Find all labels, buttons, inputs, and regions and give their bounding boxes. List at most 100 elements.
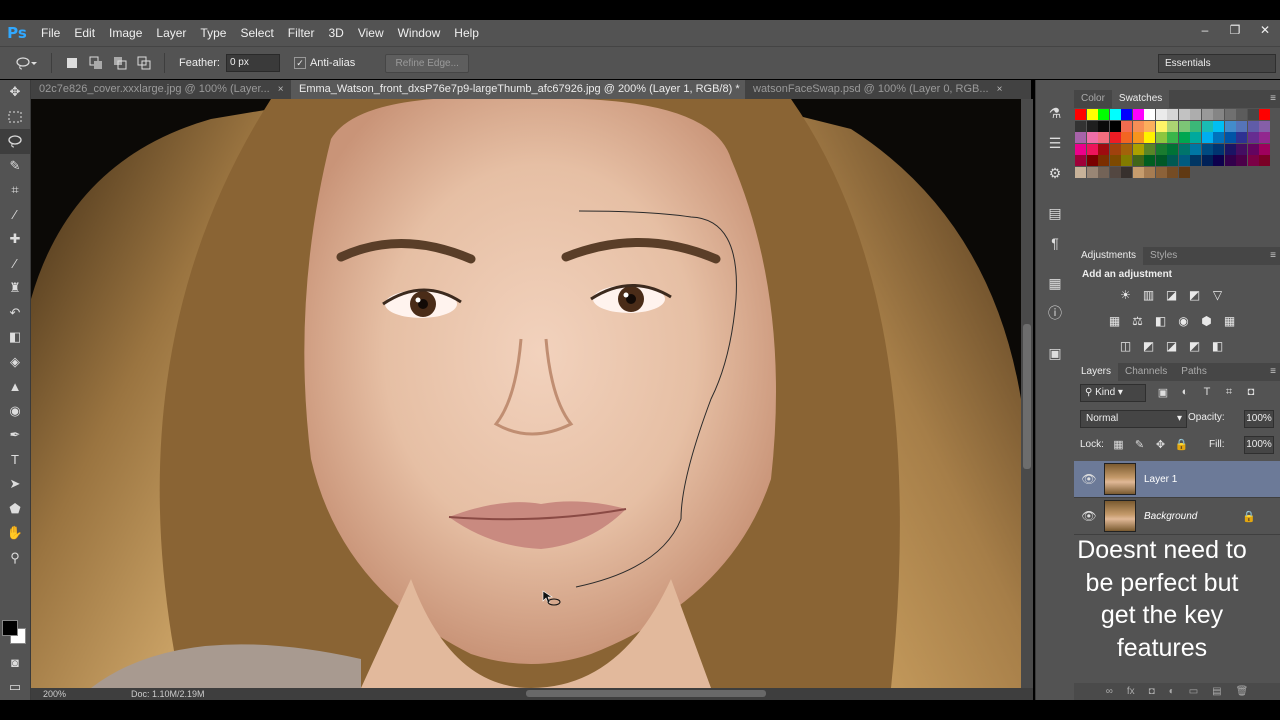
menu-layer[interactable]: Layer xyxy=(149,26,193,40)
opacity-input[interactable]: 100% xyxy=(1244,410,1274,428)
swatch[interactable] xyxy=(1167,109,1178,120)
tab-color[interactable]: Color xyxy=(1074,90,1112,108)
swatch[interactable] xyxy=(1086,143,1098,155)
swatch[interactable] xyxy=(1121,132,1132,143)
tab-channels[interactable]: Channels xyxy=(1118,363,1174,381)
swatch[interactable] xyxy=(1201,132,1213,143)
history-icon[interactable]: ⚗ xyxy=(1036,98,1074,128)
color-swatches[interactable] xyxy=(2,620,28,646)
swatch[interactable] xyxy=(1144,166,1155,178)
tab-watson-faceswap-doc[interactable]: watsonFaceSwap.psd @ 100% (Layer 0, RGB.… xyxy=(745,80,1009,99)
levels-icon[interactable]: ▥ xyxy=(1139,285,1158,304)
document-canvas[interactable] xyxy=(31,99,1021,688)
black-white-icon[interactable]: ◧ xyxy=(1151,311,1170,330)
path-selection-tool-icon[interactable]: ➤ xyxy=(0,472,30,497)
swatch[interactable] xyxy=(1086,109,1098,120)
healing-brush-tool-icon[interactable]: ✚ xyxy=(0,227,30,252)
swatch[interactable] xyxy=(1178,120,1190,132)
vertical-scrollbar[interactable] xyxy=(1021,99,1033,688)
curves-icon[interactable]: ◪ xyxy=(1162,285,1181,304)
invert-icon[interactable]: ◫ xyxy=(1116,336,1135,355)
gradient-map-icon[interactable]: ◧ xyxy=(1208,336,1227,355)
menu-filter[interactable]: Filter xyxy=(281,26,322,40)
swatch[interactable] xyxy=(1121,143,1132,155)
swatch[interactable] xyxy=(1178,132,1190,143)
layer-row-layer-1[interactable]: 👁 Layer 1 xyxy=(1074,461,1280,498)
close-button[interactable]: ✕ xyxy=(1250,20,1280,40)
lock-pixels-icon[interactable]: ✎ xyxy=(1131,436,1148,453)
swatch[interactable] xyxy=(1144,109,1155,120)
eraser-tool-icon[interactable]: ◧ xyxy=(0,325,30,350)
swatch[interactable] xyxy=(1144,155,1155,166)
swatch[interactable] xyxy=(1213,155,1224,166)
swatch[interactable] xyxy=(1098,143,1109,155)
swatch[interactable] xyxy=(1121,166,1132,178)
swatch[interactable] xyxy=(1167,155,1178,166)
adjustment-filter-icon[interactable]: ◐ xyxy=(1176,383,1194,401)
close-icon[interactable]: × xyxy=(278,80,284,99)
swatch[interactable] xyxy=(1247,155,1259,166)
swatch[interactable] xyxy=(1155,143,1167,155)
swatch[interactable] xyxy=(1155,120,1167,132)
intersect-selection-icon[interactable] xyxy=(135,54,153,72)
panel-menu-icon[interactable]: ≡ xyxy=(1270,363,1276,381)
pen-tool-icon[interactable]: ✒ xyxy=(0,423,30,448)
swatch[interactable] xyxy=(1224,143,1236,155)
type-filter-icon[interactable]: T xyxy=(1198,383,1216,401)
photo-filter-icon[interactable]: ◉ xyxy=(1174,311,1193,330)
swatch[interactable] xyxy=(1247,132,1259,143)
move-tool-icon[interactable]: ✥ xyxy=(0,80,30,105)
swatch[interactable] xyxy=(1236,109,1247,120)
lock-all-icon[interactable]: 🔒 xyxy=(1173,436,1190,453)
swatch[interactable] xyxy=(1167,120,1178,132)
screen-mode-icon[interactable]: ▭ xyxy=(0,675,30,700)
feather-input[interactable]: 0 px xyxy=(225,54,280,72)
swatch[interactable] xyxy=(1098,132,1109,143)
menu-image[interactable]: Image xyxy=(102,26,149,40)
clone-source-icon[interactable]: ▤ xyxy=(1036,198,1074,228)
swatch[interactable] xyxy=(1121,155,1132,166)
minimize-button[interactable]: – xyxy=(1190,20,1220,40)
swatch[interactable] xyxy=(1155,166,1167,178)
link-layers-icon[interactable]: ∞ xyxy=(1106,686,1113,697)
swatch-grid[interactable] xyxy=(1075,109,1270,178)
swatch[interactable] xyxy=(1236,120,1247,132)
swatch[interactable] xyxy=(1259,143,1270,155)
swatch[interactable] xyxy=(1167,132,1178,143)
panel-menu-icon[interactable]: ≡ xyxy=(1270,247,1276,265)
new-selection-icon[interactable] xyxy=(63,54,81,72)
fx-icon[interactable]: fx xyxy=(1127,686,1135,697)
swatch[interactable] xyxy=(1213,120,1224,132)
fill-input[interactable]: 100% xyxy=(1244,436,1274,454)
new-adjustment-icon[interactable]: ◐ xyxy=(1169,686,1175,697)
swatch[interactable] xyxy=(1155,132,1167,143)
workspace-select[interactable]: Essentials xyxy=(1158,54,1276,73)
marquee-tool-icon[interactable] xyxy=(0,105,30,130)
swatch[interactable] xyxy=(1201,143,1213,155)
kind-filter-select[interactable]: ⚲ Kind ▾ xyxy=(1080,384,1146,402)
swatch[interactable] xyxy=(1224,109,1236,120)
swatch[interactable] xyxy=(1132,166,1144,178)
subtract-selection-icon[interactable] xyxy=(111,54,129,72)
posterize-icon[interactable]: ◩ xyxy=(1139,336,1158,355)
swatch[interactable] xyxy=(1144,143,1155,155)
tab-swatches[interactable]: Swatches xyxy=(1111,90,1170,108)
lasso-tool-icon[interactable] xyxy=(0,129,30,154)
zoom-level[interactable]: 200% xyxy=(31,689,77,699)
eye-icon[interactable]: 👁 xyxy=(1074,472,1104,486)
lock-transparent-icon[interactable]: ▦ xyxy=(1110,436,1127,453)
lock-position-icon[interactable]: ✥ xyxy=(1152,436,1169,453)
zoom-tool-icon[interactable]: ⚲ xyxy=(0,546,30,571)
lasso-preset-icon[interactable] xyxy=(12,54,40,72)
quick-mask-icon[interactable]: ◙ xyxy=(0,650,30,675)
swatch[interactable] xyxy=(1190,132,1201,143)
swatch[interactable] xyxy=(1201,109,1213,120)
swatch[interactable] xyxy=(1190,120,1201,132)
delete-layer-icon[interactable]: 🗑 xyxy=(1236,686,1249,697)
swatch[interactable] xyxy=(1213,109,1224,120)
paint-bucket-tool-icon[interactable]: ◈ xyxy=(0,350,30,375)
dodge-tool-icon[interactable]: ◉ xyxy=(0,399,30,424)
selective-color-icon[interactable]: ◩ xyxy=(1185,336,1204,355)
menu-type[interactable]: Type xyxy=(193,26,233,40)
brush-tool-icon[interactable]: ∕ xyxy=(0,252,30,277)
